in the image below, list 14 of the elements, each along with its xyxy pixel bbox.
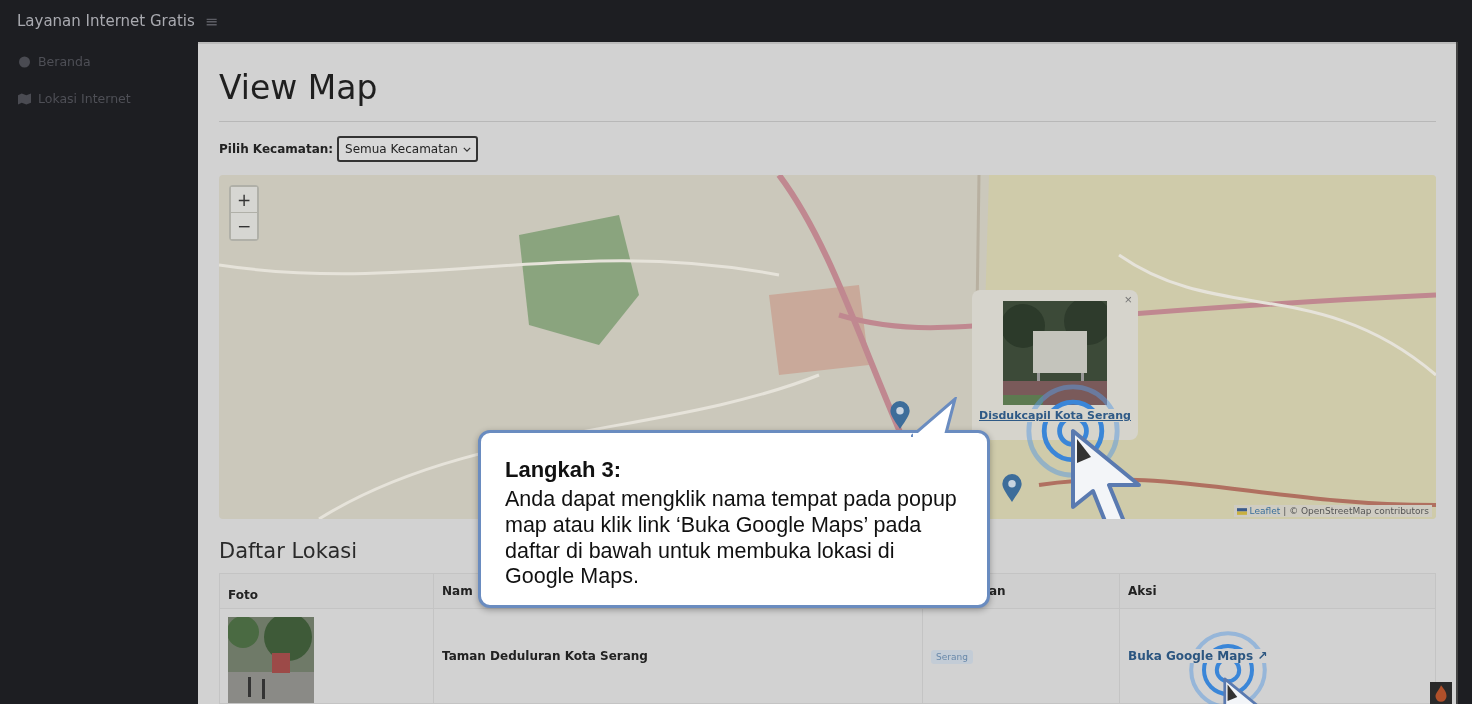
- column-header: Aksi: [1119, 573, 1436, 609]
- chevron-icon: [462, 146, 471, 152]
- area-badge: Serang: [931, 650, 973, 664]
- dashboard-icon: [18, 55, 31, 68]
- google-maps-link[interactable]: Buka Google Maps ↗: [1128, 649, 1268, 663]
- section-title: Daftar Lokasi: [219, 539, 358, 563]
- district-dropdown[interactable]: Semua Kecamatan: [337, 136, 478, 162]
- menu-button[interactable]: ≡: [204, 11, 219, 31]
- map-icon: [18, 92, 31, 105]
- flame-icon[interactable]: [1430, 682, 1452, 704]
- column-header: Foto: [219, 573, 434, 609]
- page-title: View Map: [219, 68, 1436, 122]
- app-title: Layanan Internet Gratis: [17, 12, 195, 30]
- filter-label: Pilih Kecamatan:: [219, 142, 334, 156]
